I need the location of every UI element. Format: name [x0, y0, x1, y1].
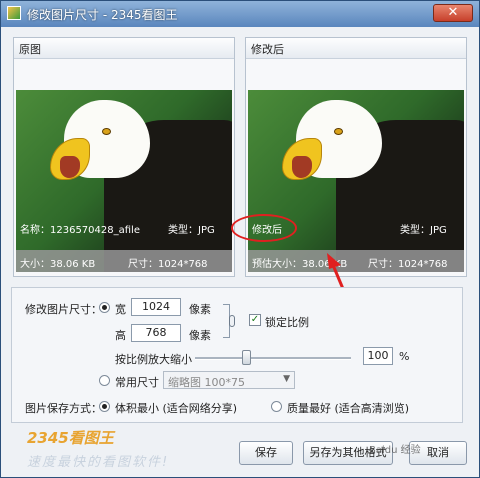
save-button[interactable]: 保存	[239, 441, 293, 465]
width-unit: 像素	[189, 303, 211, 316]
window-title: 修改图片尺寸 - 2345看图王	[27, 8, 178, 22]
original-size-row: 大小：38.06 KB 尺寸：1024*768	[16, 250, 232, 272]
height-label: 高	[115, 329, 126, 342]
brand-logo-text: 2345看图王	[27, 429, 114, 447]
modified-panel-title: 修改后	[251, 43, 284, 56]
modified-panel: 修改后 修改后 类型：JPG 预估大小：38.06 KB 尺寸：1024*768	[245, 37, 467, 277]
close-button[interactable]: ✕	[433, 4, 473, 22]
original-dims: 尺寸：1024*768	[128, 259, 208, 270]
annotation-circle-modified-label	[231, 214, 297, 242]
watermark: Baidu 经验	[369, 445, 421, 456]
common-size-value: 缩略图 100*75	[168, 376, 245, 389]
close-icon: ✕	[447, 5, 459, 20]
chain-link-icon	[229, 315, 235, 327]
original-panel: 原图 名称：1236570428_afile 类型：JPG 大小：38.06 K…	[13, 37, 235, 277]
lock-ratio-label: 锁定比例	[265, 316, 309, 329]
scale-slider-thumb[interactable]	[242, 350, 252, 365]
common-size-select[interactable]: 缩略图 100*75 ▼	[163, 371, 295, 389]
original-type: 类型：JPG	[168, 225, 215, 236]
original-size: 大小：38.06 KB	[20, 259, 96, 270]
modified-image: 修改后 类型：JPG 预估大小：38.06 KB 尺寸：1024*768	[248, 90, 464, 272]
scale-label: 按比例放大缩小	[115, 353, 192, 366]
scale-percent-unit: %	[399, 350, 410, 363]
common-size-label: 常用尺寸	[115, 376, 159, 389]
common-size-radio[interactable]	[99, 375, 110, 386]
brand-slogan: 速度最快的看图软件!	[27, 455, 170, 470]
save-mode-small-label: 体积最小 (适合网络分享)	[115, 402, 238, 415]
save-mode-best-label: 质量最好 (适合高清浏览)	[287, 402, 410, 415]
resize-dialog: 修改图片尺寸 - 2345看图王 ✕ 原图 名称：1236570428_afil…	[0, 0, 480, 478]
save-mode-best-radio[interactable]	[271, 401, 282, 412]
width-input[interactable]: 1024	[131, 298, 181, 316]
modified-type: 类型：JPG	[400, 225, 447, 236]
save-mode-label: 图片保存方式：	[25, 402, 102, 415]
resize-by-pixels-radio[interactable]	[99, 302, 110, 313]
width-label: 宽	[115, 303, 126, 316]
original-name-row: 名称：1236570428_afile 类型：JPG	[16, 218, 232, 236]
original-image: 名称：1236570428_afile 类型：JPG 大小：38.06 KB 尺…	[16, 90, 232, 272]
original-panel-title: 原图	[19, 43, 41, 56]
title-bar: 修改图片尺寸 - 2345看图王 ✕	[1, 1, 479, 27]
resize-label: 修改图片尺寸：	[25, 303, 102, 316]
lock-ratio-checkbox[interactable]: ✓	[249, 314, 261, 326]
scale-slider-track[interactable]	[195, 357, 351, 360]
app-icon	[7, 6, 21, 20]
height-unit: 像素	[189, 329, 211, 342]
scale-percent-input[interactable]: 100	[363, 347, 393, 365]
save-mode-small-radio[interactable]	[99, 401, 110, 412]
modified-dims: 尺寸：1024*768	[368, 259, 448, 270]
modified-panel-header: 修改后	[246, 38, 466, 59]
height-input[interactable]: 768	[131, 324, 181, 342]
original-panel-header: 原图	[14, 38, 234, 59]
chevron-down-icon: ▼	[283, 374, 290, 384]
original-name: 名称：1236570428_afile	[20, 225, 140, 236]
annotation-arrow-head	[327, 253, 341, 269]
